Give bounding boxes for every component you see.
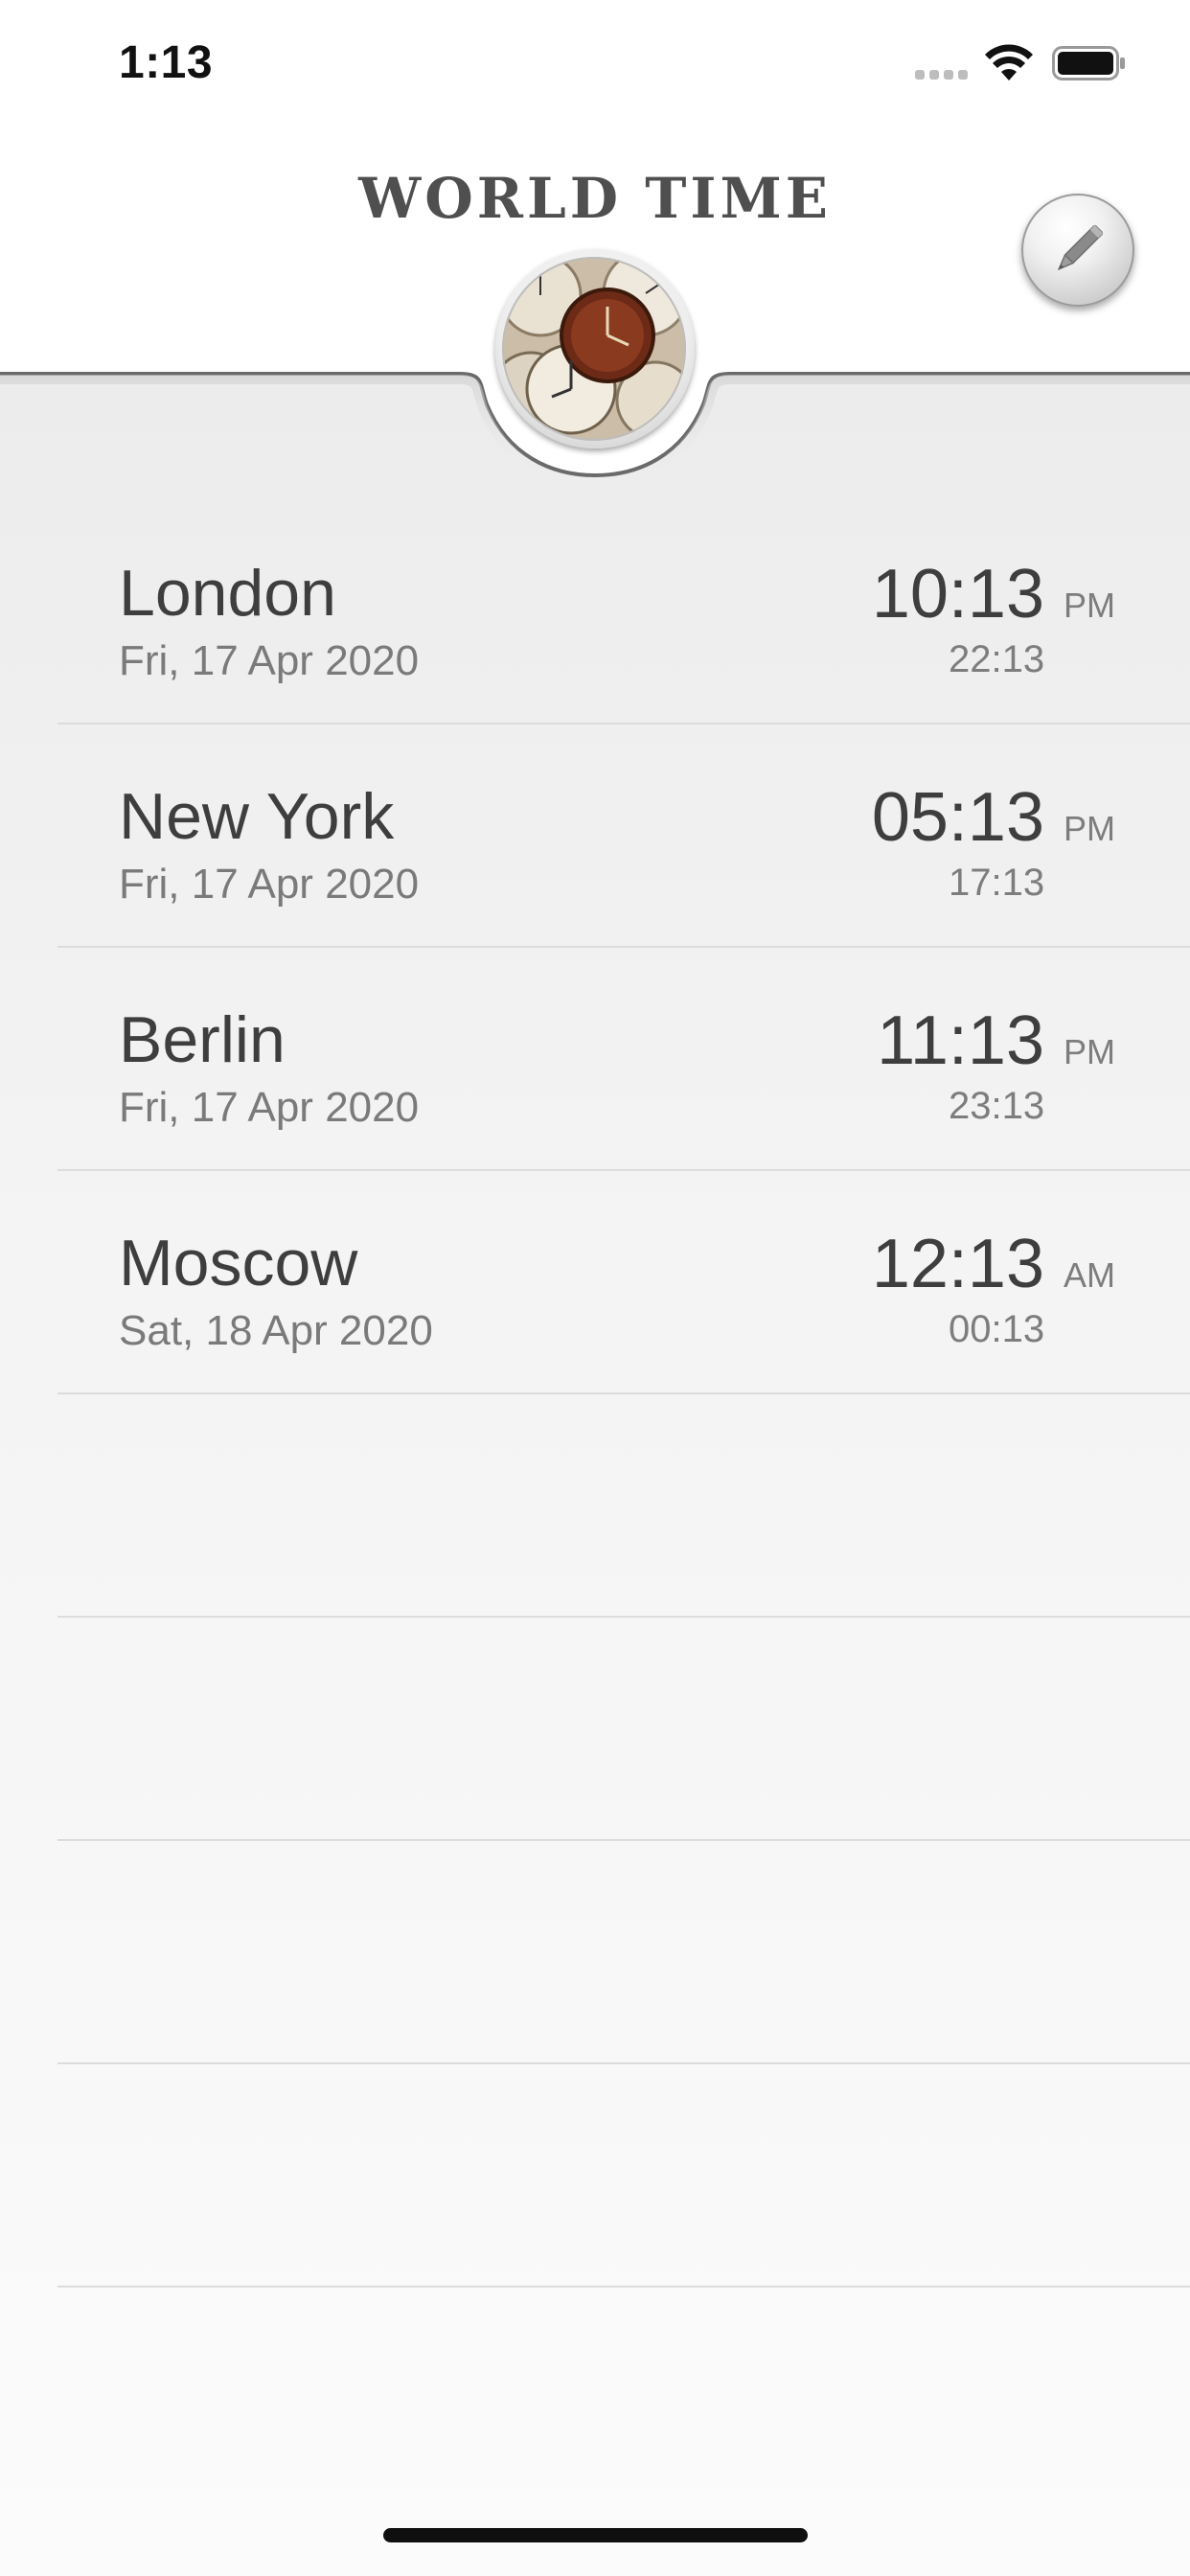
city-time: 10:13 — [871, 556, 1044, 632]
city-ampm: PM — [1064, 809, 1115, 848]
city-time-24h: 23:13 — [949, 1085, 1045, 1127]
city-time-24h: 22:13 — [949, 638, 1045, 680]
empty-list-row — [0, 1394, 1190, 1618]
battery-icon — [1052, 46, 1125, 80]
pencil-icon — [1057, 224, 1104, 271]
list-item-london[interactable]: London Fri, 17 Apr 2020 10:13 PM 22:13 — [0, 501, 1190, 724]
city-name: Moscow — [119, 1227, 358, 1300]
city-ampm: AM — [1064, 1255, 1115, 1295]
city-date: Fri, 17 Apr 2020 — [119, 861, 420, 908]
city-name: London — [119, 557, 336, 630]
city-time: 11:13 — [877, 1002, 1044, 1079]
page-title: WORLD TIME — [358, 166, 832, 231]
city-ampm: PM — [1064, 1032, 1115, 1071]
list-item-berlin[interactable]: Berlin Fri, 17 Apr 2020 11:13 PM 23:13 — [0, 948, 1190, 1171]
city-date: Sat, 18 Apr 2020 — [119, 1307, 433, 1354]
list-item-new-york[interactable]: New York Fri, 17 Apr 2020 05:13 PM 17:13 — [0, 724, 1190, 948]
home-indicator[interactable] — [383, 2528, 808, 2542]
city-name: Berlin — [119, 1003, 286, 1076]
city-time-24h: 00:13 — [949, 1308, 1045, 1350]
city-time: 12:13 — [871, 1226, 1044, 1302]
city-date: Fri, 17 Apr 2020 — [119, 637, 420, 684]
empty-list-row — [0, 2064, 1190, 2288]
status-time: 1:13 — [119, 37, 214, 88]
wifi-icon — [985, 44, 1033, 80]
city-list: London Fri, 17 Apr 2020 10:13 PM 22:13 N… — [0, 501, 1190, 2288]
city-date: Fri, 17 Apr 2020 — [119, 1084, 420, 1131]
empty-list-row — [0, 1618, 1190, 1841]
cellular-signal-icon — [915, 70, 969, 81]
city-name: New York — [119, 780, 395, 853]
row-divider — [57, 2286, 1190, 2288]
edit-button[interactable] — [1021, 194, 1134, 307]
city-time-24h: 17:13 — [949, 862, 1045, 904]
clocks-logo-icon — [502, 257, 686, 441]
empty-list-row — [0, 1841, 1190, 2064]
city-time: 05:13 — [871, 779, 1044, 856]
list-item-moscow[interactable]: Moscow Sat, 18 Apr 2020 12:13 AM 00:13 — [0, 1171, 1190, 1394]
status-bar: 1:13 — [0, 0, 1190, 125]
city-ampm: PM — [1064, 586, 1115, 625]
